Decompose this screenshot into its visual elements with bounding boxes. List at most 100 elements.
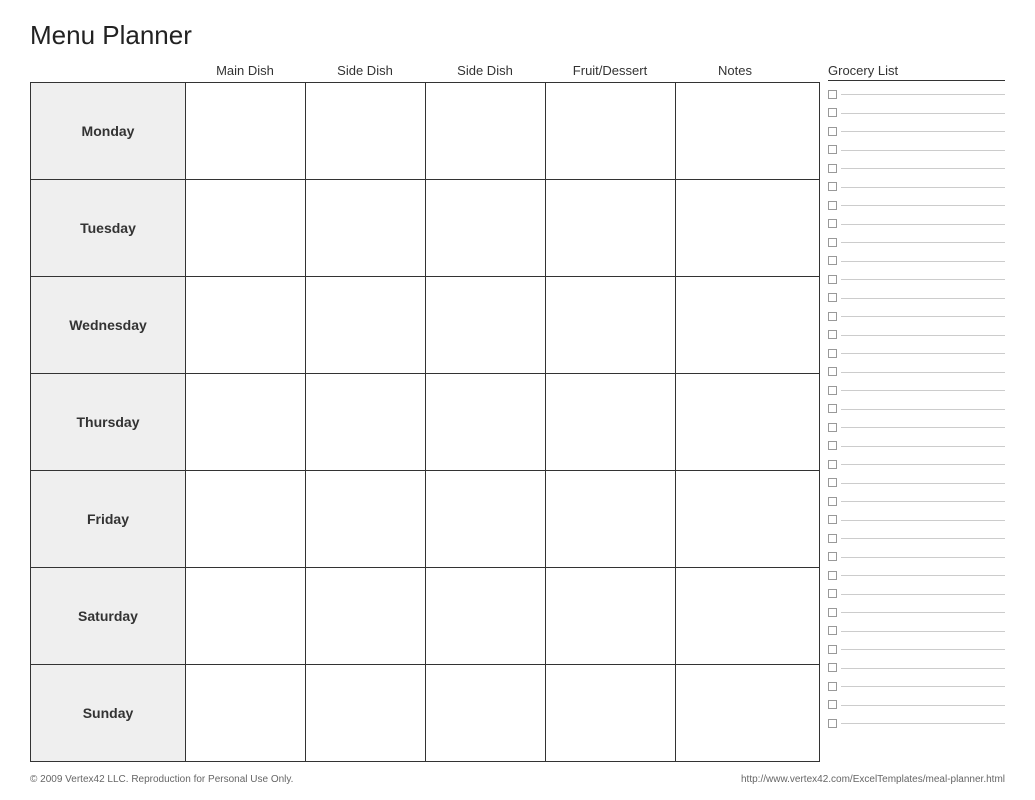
- grocery-item[interactable]: [828, 566, 1005, 585]
- tuesday-side-dish-2[interactable]: [426, 180, 546, 276]
- tuesday-fruit-dessert[interactable]: [546, 180, 676, 276]
- grocery-checkbox[interactable]: [828, 90, 837, 99]
- grocery-checkbox[interactable]: [828, 571, 837, 580]
- thursday-side-dish-2[interactable]: [426, 374, 546, 470]
- saturday-fruit-dessert[interactable]: [546, 568, 676, 664]
- wednesday-main-dish[interactable]: [186, 277, 306, 373]
- grocery-checkbox[interactable]: [828, 682, 837, 691]
- grocery-item[interactable]: [828, 326, 1005, 345]
- grocery-checkbox[interactable]: [828, 645, 837, 654]
- grocery-item[interactable]: [828, 252, 1005, 271]
- tuesday-main-dish[interactable]: [186, 180, 306, 276]
- tuesday-side-dish-1[interactable]: [306, 180, 426, 276]
- grocery-checkbox[interactable]: [828, 275, 837, 284]
- grocery-item[interactable]: [828, 307, 1005, 326]
- grocery-checkbox[interactable]: [828, 164, 837, 173]
- wednesday-fruit-dessert[interactable]: [546, 277, 676, 373]
- grocery-checkbox[interactable]: [828, 312, 837, 321]
- grocery-checkbox[interactable]: [828, 404, 837, 413]
- friday-main-dish[interactable]: [186, 471, 306, 567]
- grocery-item[interactable]: [828, 622, 1005, 641]
- grocery-item[interactable]: [828, 363, 1005, 382]
- grocery-item[interactable]: [828, 529, 1005, 548]
- grocery-checkbox[interactable]: [828, 182, 837, 191]
- grocery-checkbox[interactable]: [828, 497, 837, 506]
- grocery-checkbox[interactable]: [828, 478, 837, 487]
- saturday-notes[interactable]: [676, 568, 820, 664]
- grocery-checkbox[interactable]: [828, 719, 837, 728]
- grocery-checkbox[interactable]: [828, 552, 837, 561]
- grocery-checkbox[interactable]: [828, 238, 837, 247]
- grocery-checkbox[interactable]: [828, 626, 837, 635]
- grocery-checkbox[interactable]: [828, 460, 837, 469]
- grocery-checkbox[interactable]: [828, 663, 837, 672]
- monday-side-dish-2[interactable]: [426, 83, 546, 179]
- monday-fruit-dessert[interactable]: [546, 83, 676, 179]
- grocery-checkbox[interactable]: [828, 534, 837, 543]
- sunday-notes[interactable]: [676, 665, 820, 761]
- grocery-item[interactable]: [828, 455, 1005, 474]
- friday-notes[interactable]: [676, 471, 820, 567]
- thursday-side-dish-1[interactable]: [306, 374, 426, 470]
- monday-notes[interactable]: [676, 83, 820, 179]
- thursday-notes[interactable]: [676, 374, 820, 470]
- grocery-item[interactable]: [828, 677, 1005, 696]
- grocery-item[interactable]: [828, 492, 1005, 511]
- grocery-item[interactable]: [828, 474, 1005, 493]
- grocery-checkbox[interactable]: [828, 145, 837, 154]
- grocery-checkbox[interactable]: [828, 423, 837, 432]
- grocery-item[interactable]: [828, 437, 1005, 456]
- grocery-item[interactable]: [828, 696, 1005, 715]
- grocery-checkbox[interactable]: [828, 608, 837, 617]
- grocery-item[interactable]: [828, 270, 1005, 289]
- grocery-checkbox[interactable]: [828, 367, 837, 376]
- grocery-checkbox[interactable]: [828, 441, 837, 450]
- saturday-side-dish-2[interactable]: [426, 568, 546, 664]
- grocery-item[interactable]: [828, 196, 1005, 215]
- sunday-main-dish[interactable]: [186, 665, 306, 761]
- sunday-side-dish-1[interactable]: [306, 665, 426, 761]
- monday-side-dish-1[interactable]: [306, 83, 426, 179]
- grocery-item[interactable]: [828, 104, 1005, 123]
- grocery-item[interactable]: [828, 548, 1005, 567]
- sunday-fruit-dessert[interactable]: [546, 665, 676, 761]
- saturday-side-dish-1[interactable]: [306, 568, 426, 664]
- wednesday-side-dish-1[interactable]: [306, 277, 426, 373]
- grocery-checkbox[interactable]: [828, 589, 837, 598]
- grocery-checkbox[interactable]: [828, 201, 837, 210]
- grocery-item[interactable]: [828, 141, 1005, 160]
- grocery-item[interactable]: [828, 85, 1005, 104]
- thursday-fruit-dessert[interactable]: [546, 374, 676, 470]
- thursday-main-dish[interactable]: [186, 374, 306, 470]
- grocery-checkbox[interactable]: [828, 700, 837, 709]
- grocery-item[interactable]: [828, 159, 1005, 178]
- grocery-item[interactable]: [828, 233, 1005, 252]
- monday-main-dish[interactable]: [186, 83, 306, 179]
- grocery-item[interactable]: [828, 585, 1005, 604]
- grocery-item[interactable]: [828, 714, 1005, 733]
- grocery-checkbox[interactable]: [828, 256, 837, 265]
- grocery-checkbox[interactable]: [828, 108, 837, 117]
- grocery-item[interactable]: [828, 215, 1005, 234]
- grocery-checkbox[interactable]: [828, 293, 837, 302]
- grocery-item[interactable]: [828, 659, 1005, 678]
- saturday-main-dish[interactable]: [186, 568, 306, 664]
- friday-side-dish-1[interactable]: [306, 471, 426, 567]
- grocery-item[interactable]: [828, 603, 1005, 622]
- friday-side-dish-2[interactable]: [426, 471, 546, 567]
- sunday-side-dish-2[interactable]: [426, 665, 546, 761]
- grocery-item[interactable]: [828, 344, 1005, 363]
- grocery-item[interactable]: [828, 381, 1005, 400]
- grocery-checkbox[interactable]: [828, 515, 837, 524]
- grocery-checkbox[interactable]: [828, 386, 837, 395]
- grocery-checkbox[interactable]: [828, 349, 837, 358]
- grocery-item[interactable]: [828, 178, 1005, 197]
- grocery-item[interactable]: [828, 289, 1005, 308]
- wednesday-notes[interactable]: [676, 277, 820, 373]
- grocery-item[interactable]: [828, 640, 1005, 659]
- tuesday-notes[interactable]: [676, 180, 820, 276]
- grocery-item[interactable]: [828, 418, 1005, 437]
- grocery-checkbox[interactable]: [828, 127, 837, 136]
- friday-fruit-dessert[interactable]: [546, 471, 676, 567]
- grocery-item[interactable]: [828, 122, 1005, 141]
